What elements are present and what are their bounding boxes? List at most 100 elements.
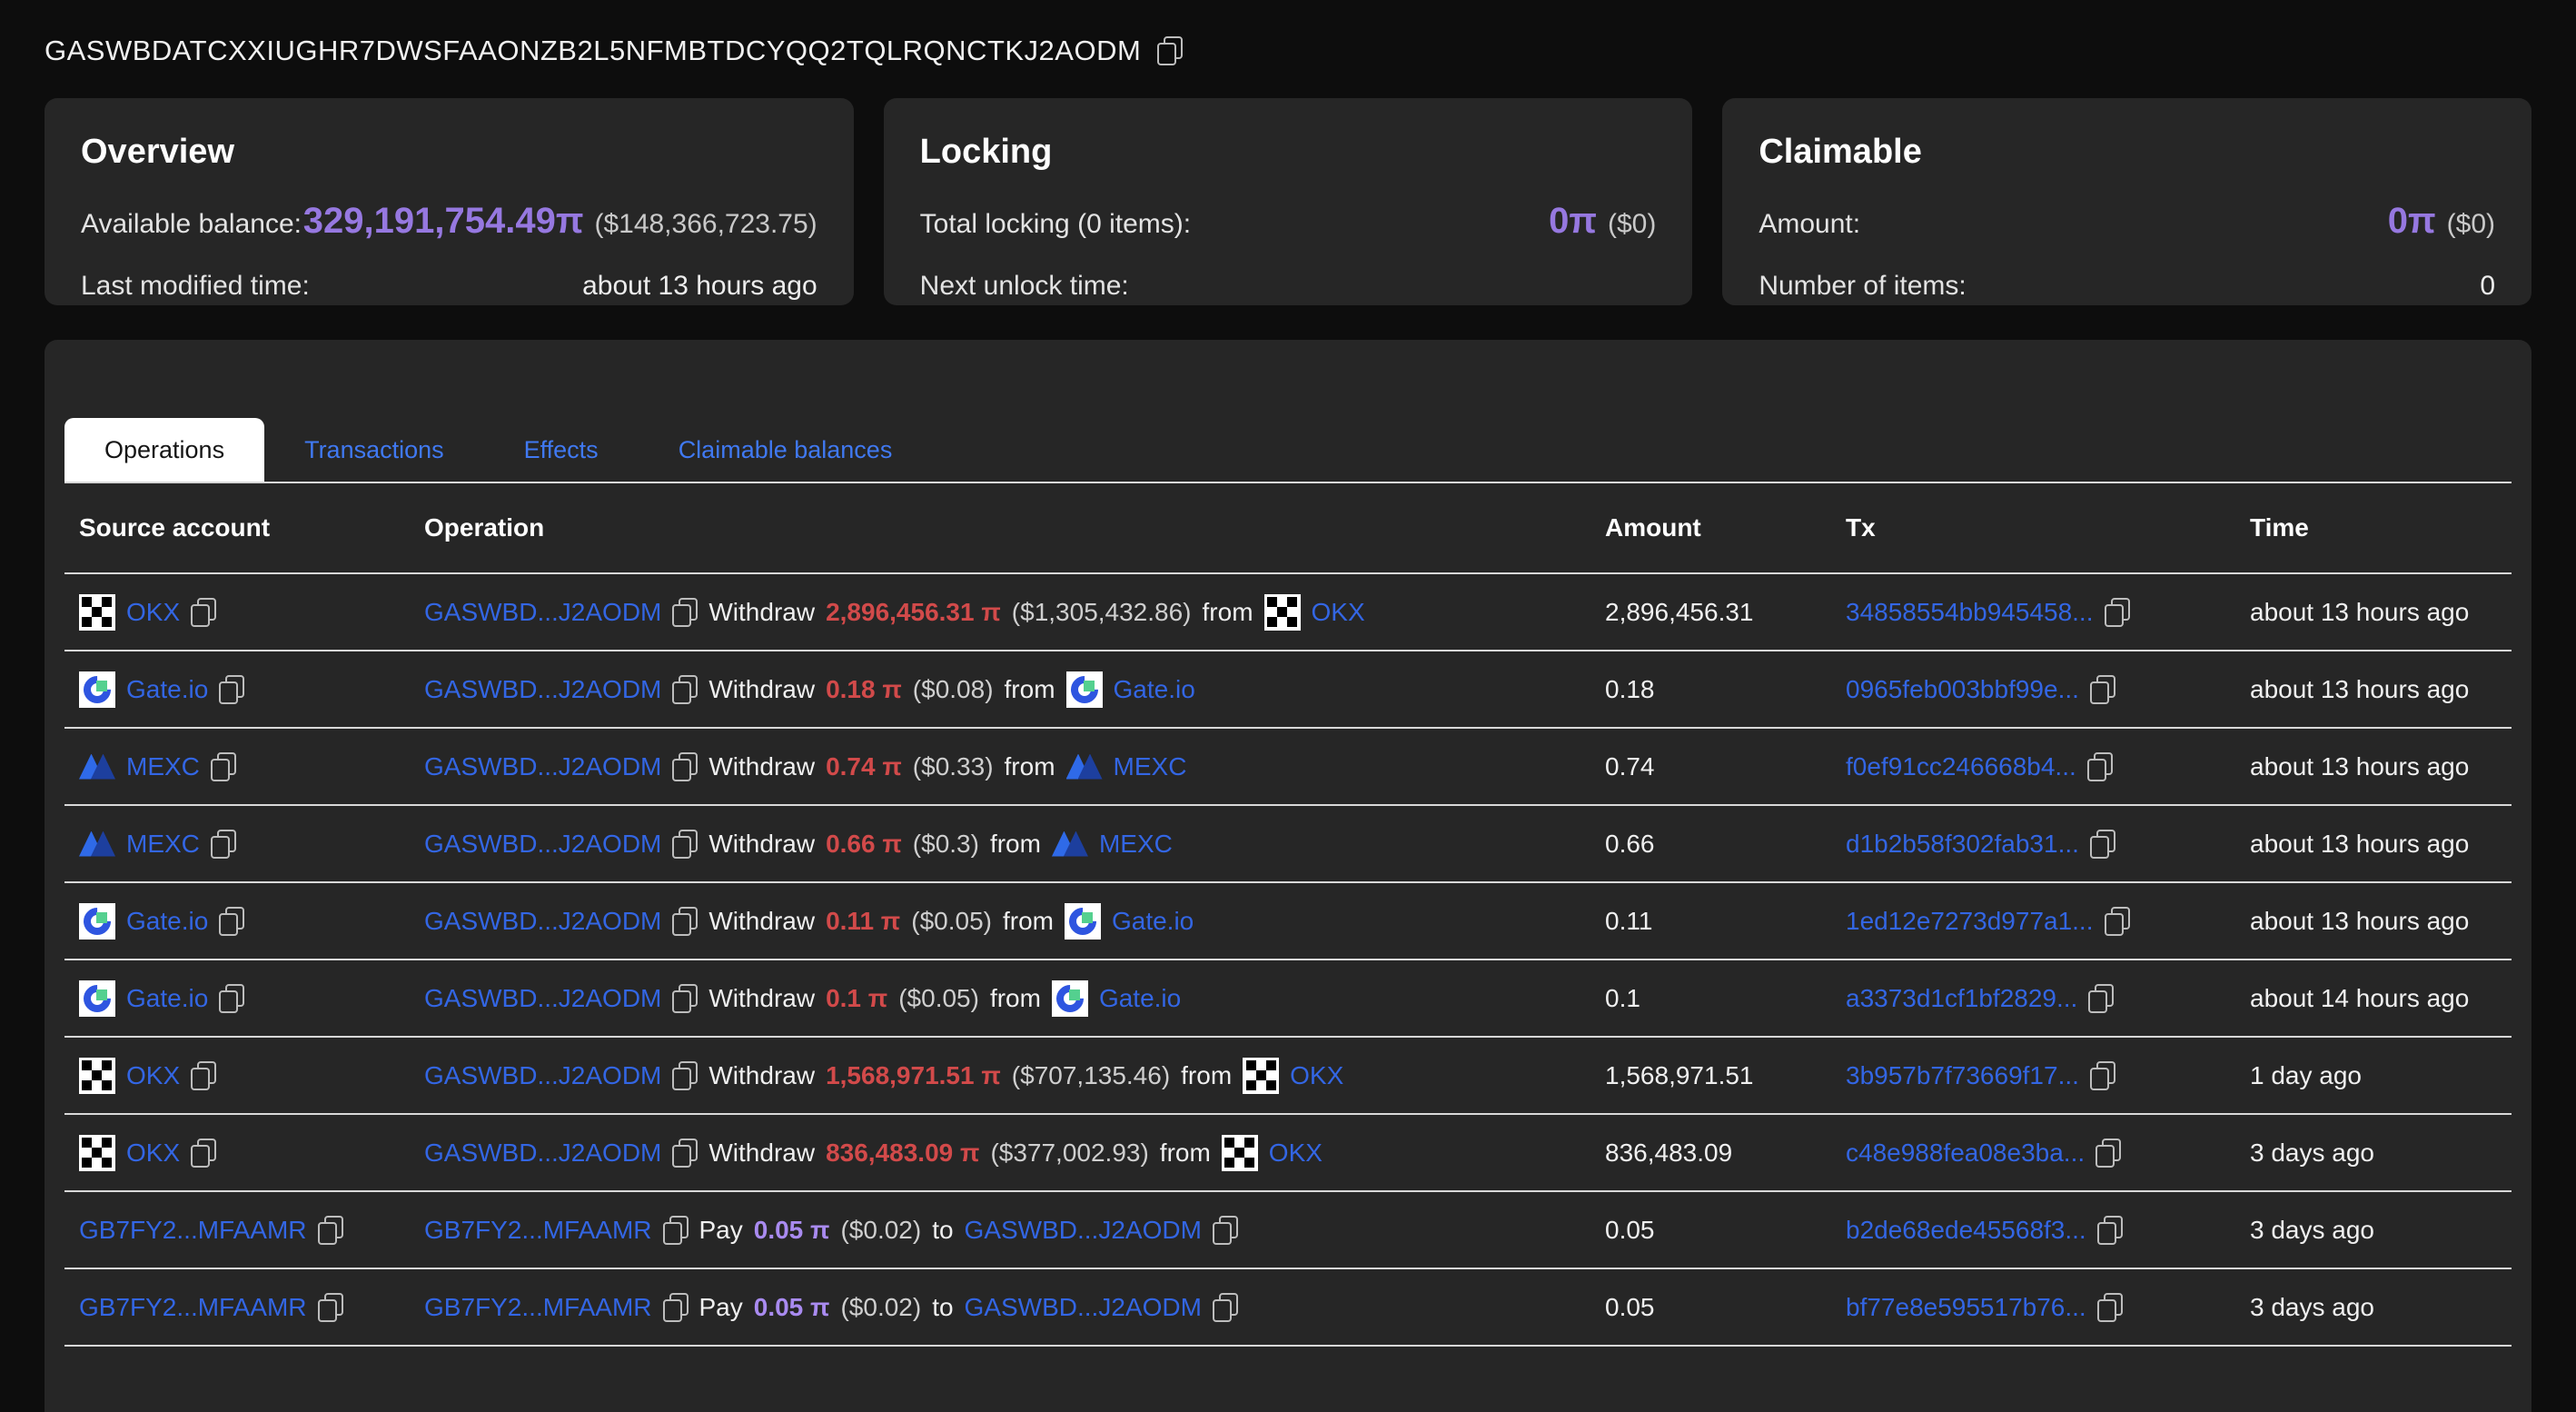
tx-link[interactable]: a3373d1cf1bf2829... xyxy=(1846,984,2077,1013)
tab-transactions[interactable]: Transactions xyxy=(264,418,484,482)
tab-operations[interactable]: Operations xyxy=(64,418,264,482)
source-account-link[interactable]: Gate.io xyxy=(126,675,208,704)
operation-preposition: from xyxy=(1003,907,1054,936)
source-account-link[interactable]: OKX xyxy=(126,598,180,627)
copy-icon[interactable] xyxy=(211,752,236,781)
source-account-link[interactable]: Gate.io xyxy=(126,907,208,936)
operation-account-link[interactable]: GASWBD...J2AODM xyxy=(424,675,661,704)
copy-icon[interactable] xyxy=(2095,1139,2121,1168)
tx-link[interactable]: 3b957b7f73669f17... xyxy=(1846,1061,2079,1090)
copy-icon[interactable] xyxy=(2105,598,2130,627)
operation-target-link[interactable]: Gate.io xyxy=(1112,907,1194,936)
operation-target-link[interactable]: Gate.io xyxy=(1099,984,1181,1013)
copy-icon[interactable] xyxy=(219,675,244,704)
copy-icon[interactable] xyxy=(2090,675,2115,704)
operation-account-link[interactable]: GASWBD...J2AODM xyxy=(424,752,661,781)
tx-link[interactable]: c48e988fea08e3ba... xyxy=(1846,1139,2085,1168)
claimable-amount-value: 0π xyxy=(2388,201,2436,242)
tx-link[interactable]: 1ed12e7273d977a1... xyxy=(1846,907,2094,936)
copy-icon[interactable] xyxy=(1213,1293,1238,1322)
operation-preposition: from xyxy=(1005,675,1055,704)
operation-target-link[interactable]: MEXC xyxy=(1114,752,1187,781)
copy-icon[interactable] xyxy=(2097,1216,2123,1245)
copy-icon[interactable] xyxy=(2105,907,2130,936)
operation-account-link[interactable]: GB7FY2...MFAAMR xyxy=(424,1216,652,1245)
time-cell: 3 days ago xyxy=(2250,1139,2497,1168)
tx-link[interactable]: bf77e8e595517b76... xyxy=(1846,1293,2086,1322)
claimable-items-label: Number of items: xyxy=(1759,271,1966,302)
copy-icon[interactable] xyxy=(672,1139,698,1168)
tx-link[interactable]: d1b2b58f302fab31... xyxy=(1846,830,2079,859)
copy-icon[interactable] xyxy=(318,1216,343,1245)
operation-account-link[interactable]: GASWBD...J2AODM xyxy=(424,1061,661,1090)
copy-icon[interactable] xyxy=(672,1061,698,1090)
copy-icon[interactable] xyxy=(318,1293,343,1322)
copy-icon[interactable] xyxy=(672,675,698,704)
operation-amount: 0.05 π xyxy=(754,1293,830,1322)
copy-icon[interactable] xyxy=(211,830,236,859)
source-account-link[interactable]: MEXC xyxy=(126,752,200,781)
table-row: GB7FY2...MFAAMR GB7FY2...MFAAMR Pay 0.05… xyxy=(64,1269,2512,1347)
copy-icon[interactable] xyxy=(672,752,698,781)
operation-account-link[interactable]: GASWBD...J2AODM xyxy=(424,984,661,1013)
source-account-link[interactable]: GB7FY2...MFAAMR xyxy=(79,1216,307,1245)
copy-icon[interactable] xyxy=(191,1061,216,1090)
operation-account-link[interactable]: GASWBD...J2AODM xyxy=(424,830,661,859)
copy-icon[interactable] xyxy=(2087,752,2113,781)
operation-target-link[interactable]: GASWBD...J2AODM xyxy=(965,1216,1202,1245)
operation-target-link[interactable]: OKX xyxy=(1269,1139,1323,1168)
exchange-icon xyxy=(1066,671,1103,708)
operation-target-link[interactable]: MEXC xyxy=(1099,830,1173,859)
source-account-link[interactable]: MEXC xyxy=(126,830,200,859)
source-account-link[interactable]: GB7FY2...MFAAMR xyxy=(79,1293,307,1322)
amount-cell: 0.1 xyxy=(1605,984,1846,1013)
copy-icon[interactable] xyxy=(2090,1061,2115,1090)
tx-link[interactable]: b2de68ede45568f3... xyxy=(1846,1216,2086,1245)
copy-icon[interactable] xyxy=(191,598,216,627)
overview-title: Overview xyxy=(81,133,817,172)
available-balance-usd: ($148,366,723.75) xyxy=(594,209,817,240)
operation-target-link[interactable]: GASWBD...J2AODM xyxy=(965,1293,1202,1322)
tab-effects[interactable]: Effects xyxy=(484,418,639,482)
tx-link[interactable]: f0ef91cc246668b4... xyxy=(1846,752,2076,781)
copy-icon[interactable] xyxy=(191,1139,216,1168)
copy-icon[interactable] xyxy=(672,907,698,936)
claimable-amount-label: Amount: xyxy=(1759,209,1860,240)
tx-cell: c48e988fea08e3ba... xyxy=(1846,1139,2250,1168)
operation-amount: 0.18 π xyxy=(826,675,902,704)
operation-target-link[interactable]: OKX xyxy=(1312,598,1365,627)
copy-icon[interactable] xyxy=(672,598,698,627)
copy-icon[interactable] xyxy=(672,984,698,1013)
operation-amount: 0.05 π xyxy=(754,1216,830,1245)
source-account-link[interactable]: OKX xyxy=(126,1061,180,1090)
copy-icon[interactable] xyxy=(663,1293,689,1322)
tab-claimable-balances[interactable]: Claimable balances xyxy=(639,418,933,482)
operation-account-link[interactable]: GASWBD...J2AODM xyxy=(424,907,661,936)
operation-account-link[interactable]: GB7FY2...MFAAMR xyxy=(424,1293,652,1322)
operation-usd: ($0.3) xyxy=(913,830,979,859)
available-balance-row: Available balance: 329,191,754.49π ($148… xyxy=(81,201,817,242)
copy-icon[interactable] xyxy=(2090,830,2115,859)
source-account-link[interactable]: OKX xyxy=(126,1139,180,1168)
source-account-cell: OKX xyxy=(79,1135,424,1171)
source-account-link[interactable]: Gate.io xyxy=(126,984,208,1013)
operation-amount: 836,483.09 π xyxy=(826,1139,979,1168)
copy-icon[interactable] xyxy=(219,907,244,936)
tx-link[interactable]: 0965feb003bbf99e... xyxy=(1846,675,2079,704)
amount-cell: 2,896,456.31 xyxy=(1605,598,1846,627)
copy-icon[interactable] xyxy=(663,1216,689,1245)
operations-table: Source account Operation Amount Tx Time … xyxy=(64,483,2512,1347)
copy-icon[interactable] xyxy=(1213,1216,1238,1245)
operation-target-link[interactable]: OKX xyxy=(1290,1061,1343,1090)
copy-icon[interactable] xyxy=(672,830,698,859)
copy-icon[interactable] xyxy=(1157,36,1183,65)
exchange-icon xyxy=(1243,1058,1279,1094)
operation-account-link[interactable]: GASWBD...J2AODM xyxy=(424,1139,661,1168)
copy-icon[interactable] xyxy=(2097,1293,2123,1322)
copy-icon[interactable] xyxy=(2088,984,2114,1013)
copy-icon[interactable] xyxy=(219,984,244,1013)
time-cell: 3 days ago xyxy=(2250,1293,2497,1322)
operation-account-link[interactable]: GASWBD...J2AODM xyxy=(424,598,661,627)
operation-target-link[interactable]: Gate.io xyxy=(1114,675,1195,704)
tx-link[interactable]: 34858554bb945458... xyxy=(1846,598,2094,627)
